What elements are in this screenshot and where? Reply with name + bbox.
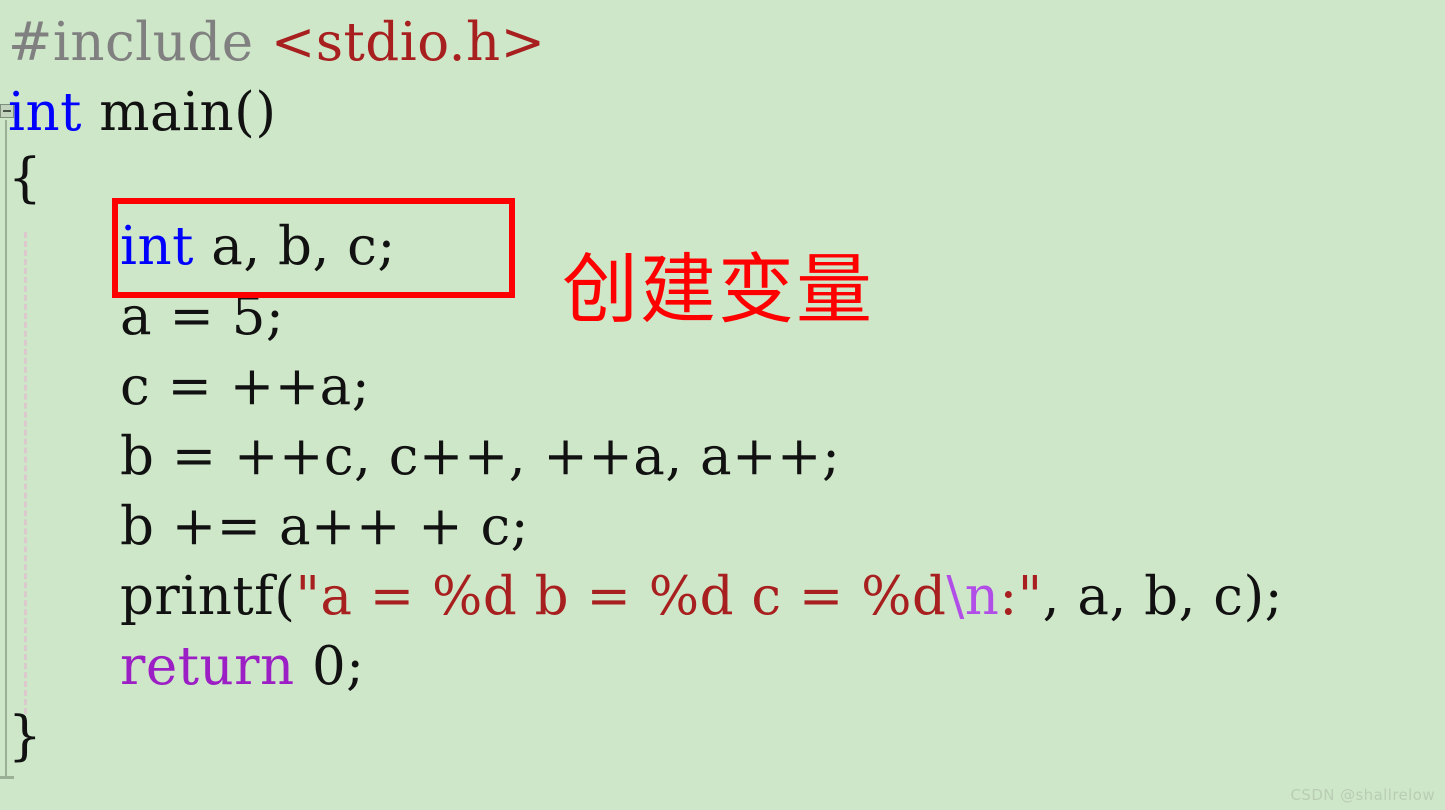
code-line-printf[interactable]: printf("a = %d b = %d c = %d\n:", a, b, … xyxy=(120,566,1283,628)
escape-sequence-newline: \n xyxy=(946,566,1000,627)
code-line-open-brace[interactable]: { xyxy=(8,148,42,210)
assign-b-multi-text: b = ++c, c++, ++a, a++; xyxy=(120,426,841,487)
code-line-assign-c[interactable]: c = ++a; xyxy=(120,356,370,418)
assign-a-text: a = 5; xyxy=(120,286,285,347)
close-brace: } xyxy=(8,706,43,767)
watermark: CSDN @shallrelow xyxy=(1290,786,1435,804)
printf-call: printf( xyxy=(120,566,296,627)
annotation-create-variable: 创建变量 xyxy=(562,245,874,334)
main-signature: main() xyxy=(81,82,277,143)
keyword-int-decl: int xyxy=(120,216,194,277)
preprocessor-directive: #include xyxy=(8,12,271,73)
code-fold-bar[interactable] xyxy=(5,120,7,778)
code-line-include[interactable]: #include <stdio.h> xyxy=(8,12,546,74)
code-editor[interactable]: #include <stdio.h> int main() { int a, b… xyxy=(0,0,1445,810)
code-line-close-brace[interactable]: } xyxy=(8,706,42,768)
code-line-return[interactable]: return 0; xyxy=(120,636,365,698)
string-quote-close: " xyxy=(1017,566,1043,627)
variable-list: a, b, c; xyxy=(193,216,396,277)
format-string-tail: : xyxy=(999,566,1018,627)
code-fold-bar-foot xyxy=(0,776,14,779)
assign-b-plus-text: b += a++ + c; xyxy=(120,496,529,557)
code-line-main[interactable]: int main() xyxy=(8,82,277,144)
indent-guide xyxy=(24,232,27,714)
code-line-assign-b-plus[interactable]: b += a++ + c; xyxy=(120,496,529,558)
keyword-return: return xyxy=(120,636,295,697)
string-quote-open: " xyxy=(295,566,321,627)
return-value: 0; xyxy=(294,636,365,697)
keyword-int: int xyxy=(8,82,82,143)
assign-c-text: c = ++a; xyxy=(120,356,371,417)
printf-arguments: , a, b, c); xyxy=(1042,566,1283,627)
header-name: <stdio.h> xyxy=(270,12,546,73)
code-line-declaration[interactable]: int a, b, c; xyxy=(120,216,396,278)
format-string-head: a = %d b = %d c = %d xyxy=(320,566,947,627)
code-line-assign-a[interactable]: a = 5; xyxy=(120,286,284,348)
open-brace: { xyxy=(8,148,43,209)
code-line-assign-b-multi[interactable]: b = ++c, c++, ++a, a++; xyxy=(120,426,840,488)
